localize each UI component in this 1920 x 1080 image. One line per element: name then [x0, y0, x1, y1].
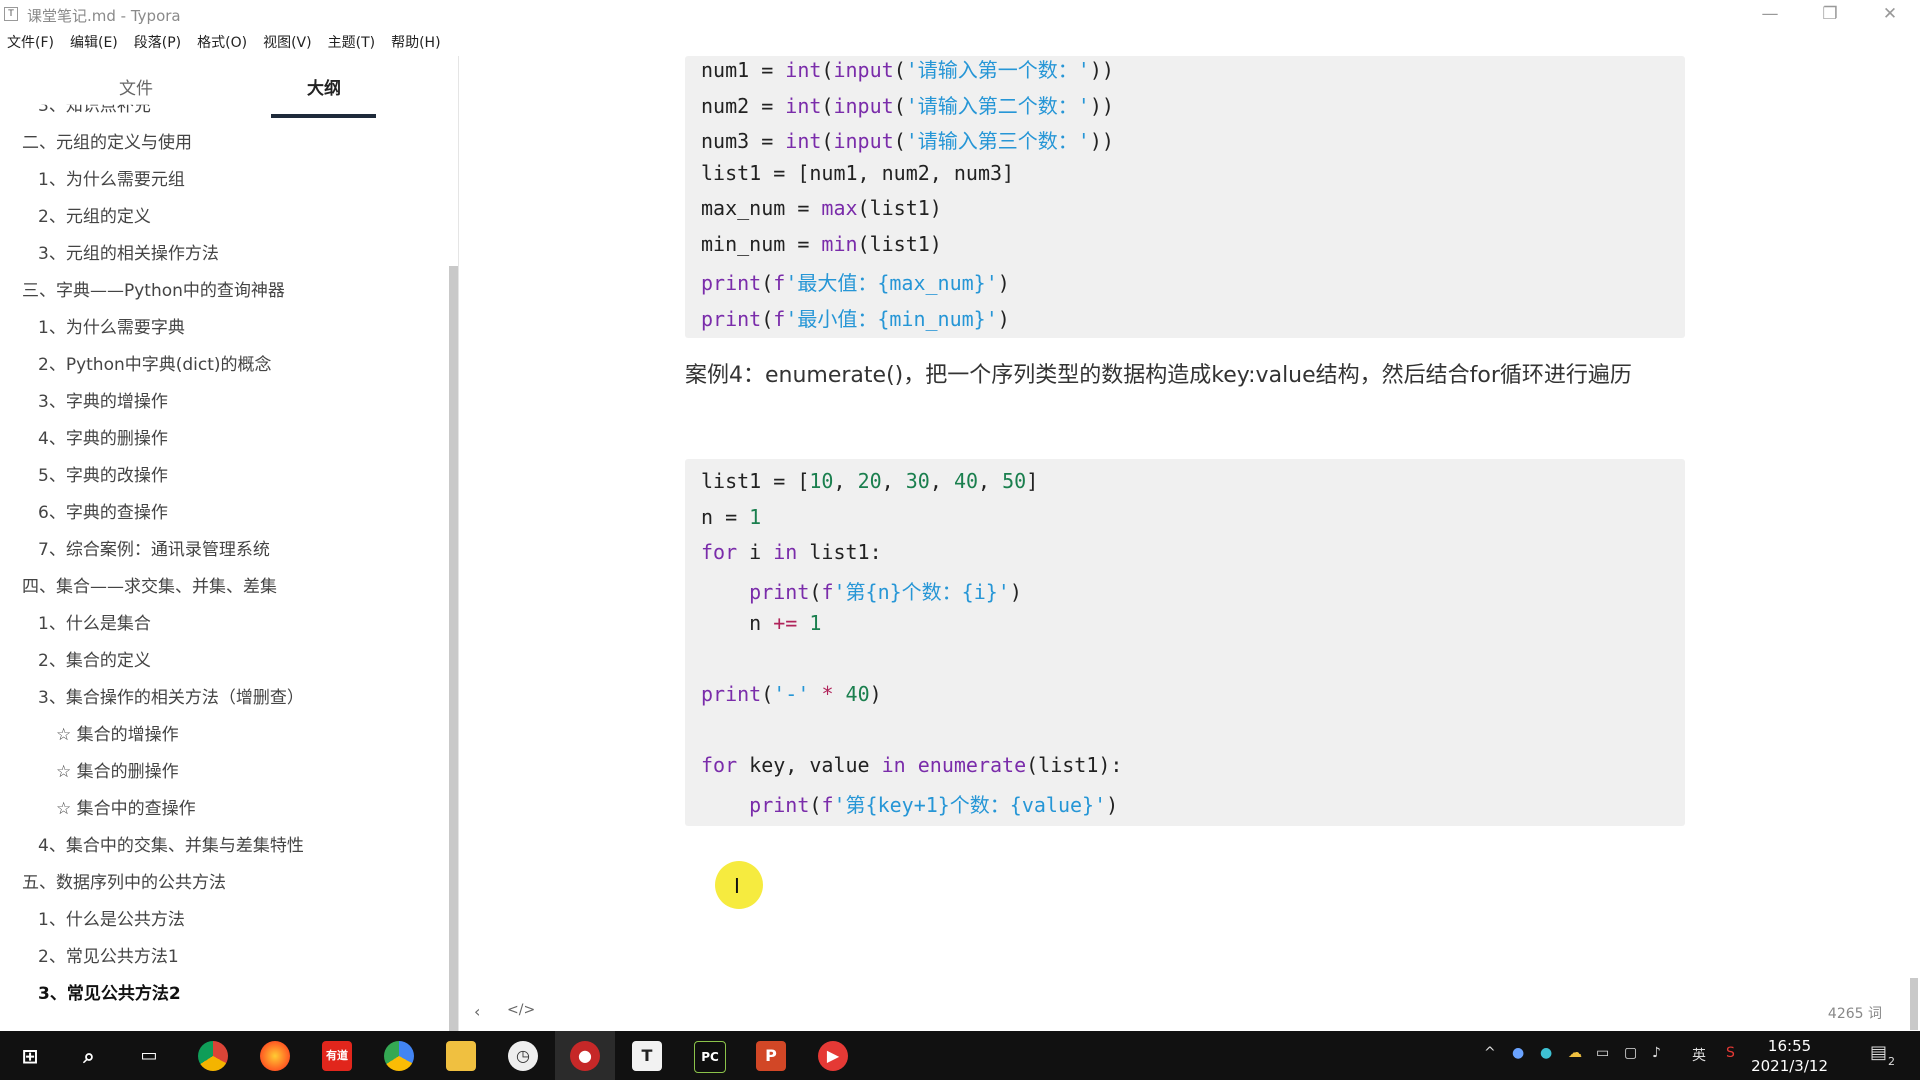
- close-button[interactable]: ✕: [1860, 0, 1920, 28]
- case-heading: 案例4：enumerate()，把一个序列类型的数据构造成key:value结构…: [685, 363, 1632, 388]
- clock-time: 16:55: [1767, 1037, 1812, 1055]
- outline-item[interactable]: 三、字典——Python中的查询神器: [22, 276, 285, 301]
- chrome-icon[interactable]: [198, 1041, 228, 1071]
- outline-item[interactable]: 2、Python中字典(dict)的概念: [38, 350, 272, 375]
- outline-item[interactable]: 1、什么是集合: [38, 609, 151, 634]
- minimize-button[interactable]: —: [1740, 0, 1800, 28]
- code-line: num2 = int(input('请输入第二个数：')): [701, 93, 1114, 118]
- code-line: num1 = int(input('请输入第一个数：')): [701, 58, 1114, 82]
- sidebar-scrollbar[interactable]: [449, 266, 458, 1031]
- screen-recorder-icon[interactable]: ●: [570, 1041, 600, 1071]
- outline-item[interactable]: ☆ 集合中的查操作: [56, 794, 196, 819]
- battery-icon[interactable]: ▭: [1596, 1045, 1609, 1061]
- outline-item[interactable]: 3、集合操作的相关方法（增删查）: [38, 683, 304, 708]
- active-tab-indicator: [271, 114, 376, 118]
- window-title: 课堂笔记.md - Typora: [27, 7, 181, 25]
- outline-item[interactable]: 1、为什么需要元组: [38, 165, 185, 190]
- outline-item[interactable]: 2、元组的定义: [38, 202, 151, 227]
- windows-start-icon[interactable]: ⊞: [15, 1041, 45, 1071]
- source-mode-icon[interactable]: </>: [507, 1002, 535, 1018]
- code-line: list1 = [10, 20, 30, 40, 50]: [701, 469, 1039, 493]
- tab-files[interactable]: 文件: [83, 74, 189, 99]
- outline-item[interactable]: 4、字典的删操作: [38, 424, 168, 449]
- code-line: print('-' * 40): [701, 682, 882, 706]
- outline-item[interactable]: ☆ 集合的删操作: [56, 757, 179, 782]
- code-line: print(f'最小值：{min_num}'): [701, 306, 1010, 331]
- code-line: for i in list1:: [701, 540, 882, 564]
- outline-item[interactable]: 2、常见公共方法1: [38, 942, 179, 967]
- notification-count: 2: [1888, 1055, 1895, 1068]
- search-icon[interactable]: ⌕: [74, 1041, 104, 1071]
- menu-bar: 文件(F) 编辑(E) 段落(P) 格式(O) 视图(V) 主题(T) 帮助(H…: [0, 30, 450, 56]
- outline-item[interactable]: 四、集合——求交集、并集、差集: [22, 572, 277, 597]
- code-line: for key, value in enumerate(list1):: [701, 753, 1123, 777]
- powerpoint-icon[interactable]: P: [756, 1041, 786, 1071]
- menu-theme[interactable]: 主题(T): [328, 30, 375, 56]
- outline-item[interactable]: 4、集合中的交集、并集与差集特性: [38, 831, 304, 856]
- outline-item[interactable]: 3、元组的相关操作方法: [38, 239, 219, 264]
- tray-cloud-icon[interactable]: ☁: [1568, 1045, 1582, 1061]
- tray-chevron-icon[interactable]: ^: [1484, 1045, 1496, 1061]
- outline-item[interactable]: 6、字典的查操作: [38, 498, 168, 523]
- menu-file[interactable]: 文件(F): [7, 30, 54, 56]
- tab-outline[interactable]: 大纲: [271, 74, 377, 99]
- outline-item[interactable]: 5、字典的改操作: [38, 461, 168, 486]
- title-bar: T 课堂笔记.md - Typora — ❐ ✕: [0, 0, 1920, 28]
- menu-format[interactable]: 格式(O): [197, 30, 247, 56]
- ime-indicator[interactable]: 英: [1692, 1045, 1706, 1065]
- code-line: print(f'最大值：{max_num}'): [701, 271, 1010, 295]
- sogou-icon[interactable]: S: [1726, 1045, 1735, 1061]
- file-explorer-icon[interactable]: [446, 1041, 476, 1071]
- word-count[interactable]: 4265 词: [1828, 1003, 1882, 1023]
- code-block[interactable]: num1 = int(input('请输入第一个数：')) num2 = int(…: [685, 56, 1685, 338]
- code-line: min_num = min(list1): [701, 231, 942, 256]
- outline-item[interactable]: 二、元组的定义与使用: [22, 128, 192, 153]
- code-line: n = 1: [701, 504, 762, 529]
- menu-edit[interactable]: 编辑(E): [70, 30, 118, 56]
- editor-area[interactable]: num1 = int(input('请输入第一个数：')) num2 = int(…: [459, 56, 1920, 1031]
- sidebar-toggle-icon[interactable]: ‹: [474, 1002, 480, 1021]
- typora-icon[interactable]: T: [632, 1041, 662, 1071]
- firefox-icon[interactable]: [260, 1041, 290, 1071]
- menu-paragraph[interactable]: 段落(P): [134, 30, 181, 56]
- task-view-icon[interactable]: ▭: [134, 1041, 164, 1071]
- status-bar: ‹ </> 4265 词: [459, 994, 1920, 1030]
- outline-item[interactable]: 3、常见公共方法2: [38, 979, 181, 1004]
- video-app-icon[interactable]: ▶: [818, 1041, 848, 1071]
- tray-app2-icon[interactable]: ●: [1540, 1045, 1552, 1061]
- clock-date: 2021/3/12: [1751, 1057, 1828, 1075]
- typora-app-icon: T: [4, 7, 18, 21]
- outline-item[interactable]: 1、为什么需要字典: [38, 313, 185, 338]
- editor-scrollbar[interactable]: [1910, 978, 1918, 1030]
- pycharm-icon[interactable]: PC: [694, 1041, 726, 1073]
- restore-button[interactable]: ❐: [1800, 0, 1860, 28]
- code-line: n += 1: [701, 611, 822, 635]
- clock-app-icon[interactable]: ◷: [508, 1041, 538, 1071]
- outline-item[interactable]: ☆ 集合的增操作: [56, 720, 179, 745]
- outline-item[interactable]: 五、数据序列中的公共方法: [22, 868, 226, 893]
- outline-item[interactable]: 2、集合的定义: [38, 646, 151, 671]
- code-line: print(f'第{key+1}个数：{value}'): [749, 792, 1119, 817]
- code-line: max_num = max(list1): [701, 196, 942, 220]
- taskbar: ⊞ ⌕ ▭ 有道 ◷ ● T PC P ▶ ^ ● ● ☁ ▭ ▢ ♪ 英 S …: [0, 1031, 1920, 1080]
- menu-help[interactable]: 帮助(H): [391, 30, 440, 56]
- chrome-alt-icon[interactable]: [384, 1041, 414, 1071]
- code-block[interactable]: list1 = [10, 20, 30, 40, 50] n = 1 for i i…: [685, 459, 1685, 826]
- tray-app-icon[interactable]: ●: [1512, 1045, 1524, 1061]
- network-icon[interactable]: ▢: [1624, 1045, 1637, 1061]
- outline-item[interactable]: 3、字典的增操作: [38, 387, 168, 412]
- menu-view[interactable]: 视图(V): [263, 30, 312, 56]
- volume-icon[interactable]: ♪: [1652, 1045, 1661, 1061]
- outline-item[interactable]: 7、综合案例：通讯录管理系统: [38, 535, 270, 560]
- code-line: num3 = int(input('请输入第三个数：')): [701, 129, 1114, 153]
- outline-item[interactable]: 1、什么是公共方法: [38, 905, 185, 930]
- sidebar: 文件 大纲 3、知识点补充 二、元组的定义与使用 1、为什么需要元组 2、元组的定义 3…: [0, 56, 459, 1031]
- code-line: list1 = [num1, num2, num3]: [701, 160, 1015, 185]
- code-line: print(f'第{n}个数：{i}'): [749, 579, 1022, 604]
- youdao-icon[interactable]: 有道: [322, 1041, 352, 1071]
- notification-icon[interactable]: ▤: [1870, 1042, 1887, 1063]
- ibeam-cursor-icon: I: [734, 874, 740, 898]
- system-clock[interactable]: 16:55 2021/3/12: [1751, 1036, 1828, 1076]
